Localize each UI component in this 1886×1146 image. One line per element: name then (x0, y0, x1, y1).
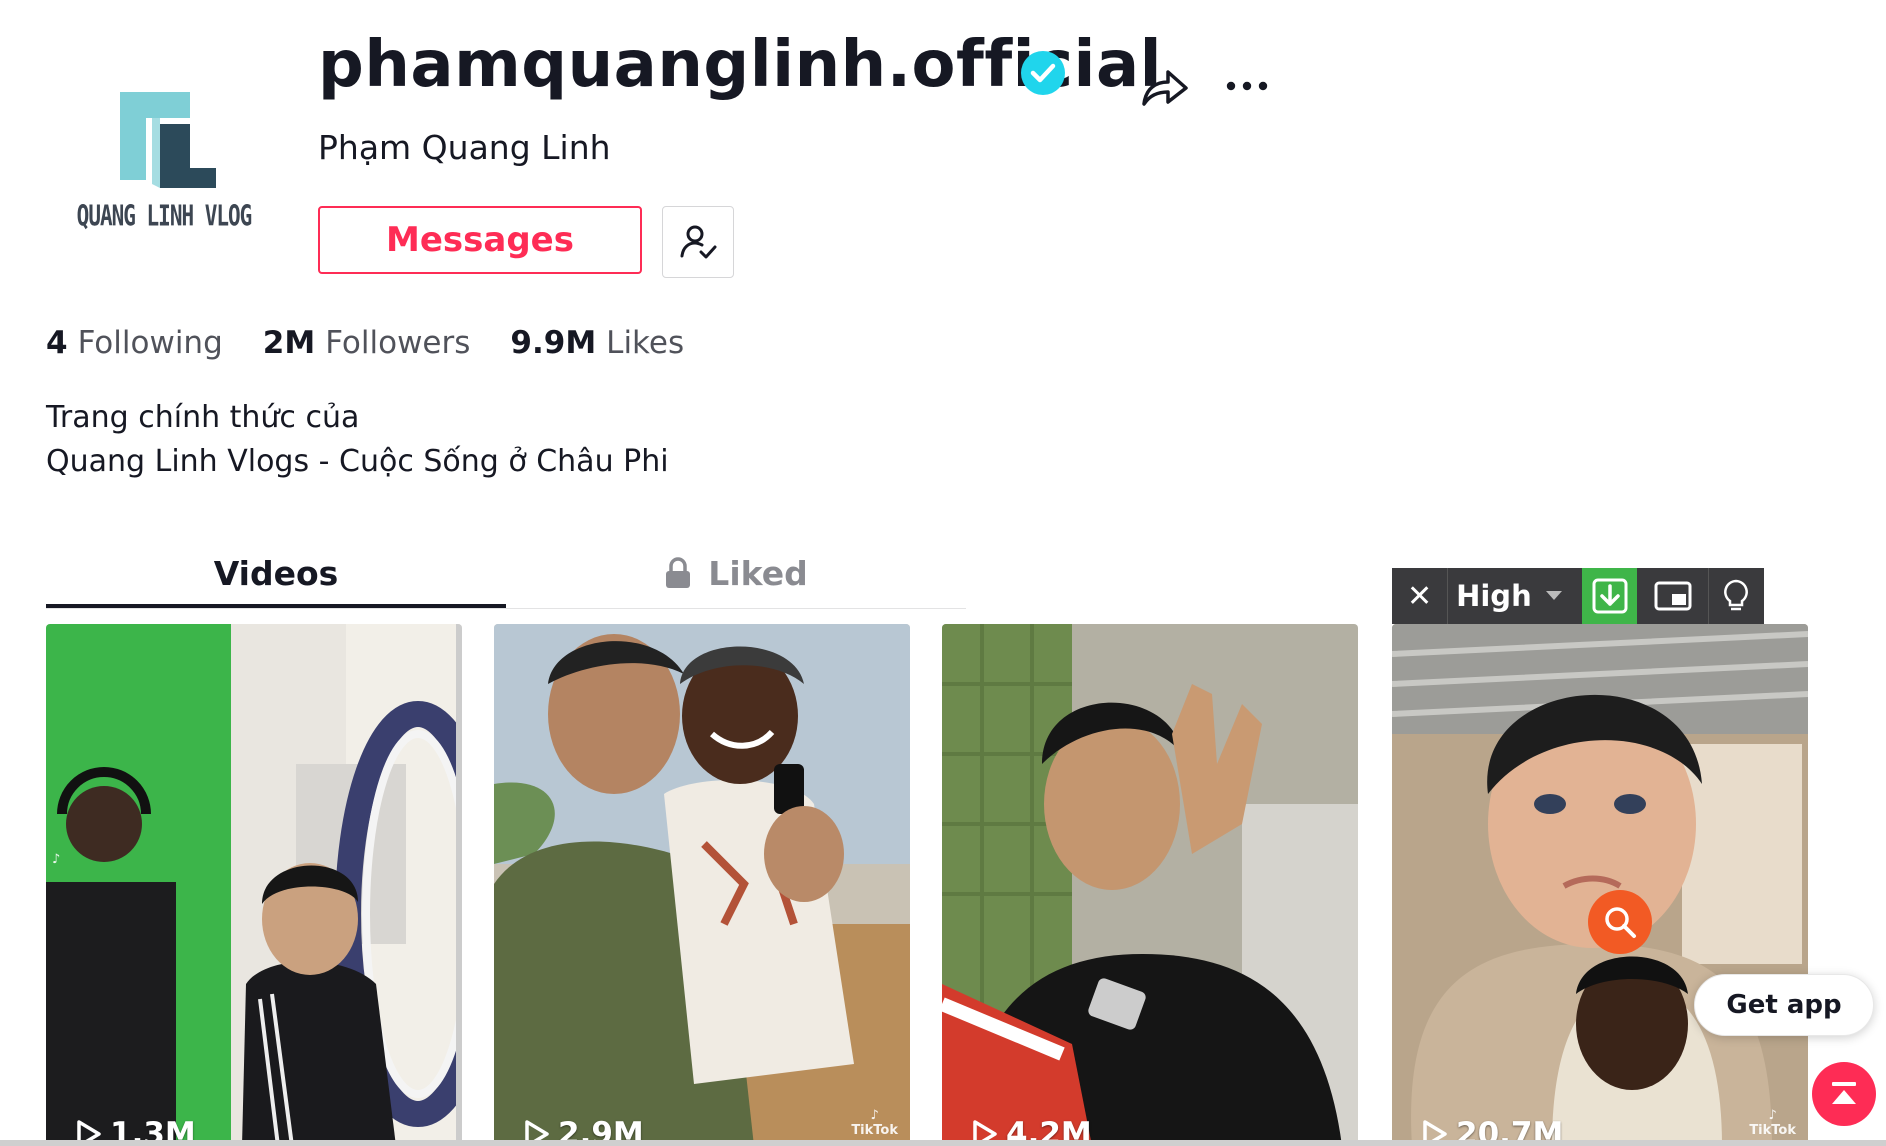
tiktok-watermark: ♪ TikTok (851, 1108, 898, 1138)
search-icon (1605, 907, 1636, 938)
followers-count: 2M (262, 325, 316, 361)
tiktok-watermark-icon: ♪ (52, 852, 61, 867)
video-card[interactable]: ♪ TikTok 20.7M (1392, 624, 1808, 1146)
chevron-down-icon (1545, 591, 1562, 600)
video-card[interactable]: 4.2M (942, 624, 1358, 1146)
video-thumbnail (942, 624, 1358, 1146)
video-thumbnail (1392, 624, 1808, 1146)
tab-videos[interactable]: Videos (46, 538, 506, 608)
tab-liked-label: Liked (708, 553, 808, 593)
followers-label: Followers (325, 325, 471, 361)
logo-text: QUANG LINH VLOG (76, 199, 253, 233)
get-app-button[interactable]: Get app (1694, 974, 1874, 1036)
quality-value: High (1456, 579, 1532, 613)
picture-in-picture-button[interactable] (1637, 568, 1709, 624)
video-thumbnail (494, 624, 910, 1146)
horizontal-scrollbar[interactable] (0, 1140, 1886, 1146)
stat-following[interactable]: 4 Following (46, 325, 223, 361)
lock-icon (666, 557, 691, 588)
profile-display-name: Phạm Quang Linh (318, 128, 611, 167)
watermark-text: TikTok (851, 1123, 898, 1138)
video-card[interactable]: ♪ 1.3M (46, 624, 462, 1146)
scroll-to-top-button[interactable] (1812, 1062, 1876, 1126)
verified-badge-icon (1021, 51, 1065, 95)
messages-button[interactable]: Messages (318, 206, 642, 274)
user-check-icon (680, 225, 717, 259)
lightbulb-icon (1724, 579, 1749, 611)
download-icon (1592, 578, 1628, 614)
likes-count: 9.9M (510, 325, 597, 361)
close-icon[interactable]: ✕ (1392, 568, 1447, 624)
bio-line-2: Quang Linh Vlogs - Cuộc Sống ở Châu Phi (46, 444, 669, 479)
following-label: Following (77, 325, 223, 361)
watermark-text: TikTok (1749, 1123, 1796, 1138)
following-status-button[interactable] (662, 206, 734, 278)
quality-select[interactable]: High (1447, 568, 1582, 624)
stat-likes: 9.9M Likes (510, 325, 684, 361)
share-icon[interactable] (1138, 62, 1190, 110)
lightbulb-button[interactable] (1709, 568, 1764, 624)
more-options-icon[interactable] (1224, 66, 1270, 106)
profile-bio: Trang chính thức của Quang Linh Vlogs - … (46, 396, 669, 484)
arrow-up-icon (1832, 1082, 1856, 1104)
tiktok-watermark: ♪ TikTok (1749, 1108, 1796, 1138)
likes-label: Likes (606, 325, 685, 361)
download-button[interactable] (1582, 568, 1638, 624)
following-count: 4 (46, 325, 68, 361)
bio-line-1: Trang chính thức của (46, 400, 360, 435)
profile-stats: 4 Following 2M Followers 9.9M Likes (46, 325, 684, 361)
stat-followers[interactable]: 2M Followers (263, 325, 471, 361)
video-thumbnail (46, 624, 462, 1146)
profile-tabs: Videos Liked (46, 538, 966, 609)
picture-in-picture-icon (1654, 581, 1691, 611)
profile-avatar: QUANG LINH VLOG (46, 46, 282, 282)
video-card[interactable]: ♪ TikTok 2.9M (494, 624, 910, 1146)
quang-linh-logo (120, 92, 216, 188)
tab-liked[interactable]: Liked (506, 538, 966, 608)
active-tab-indicator (46, 604, 506, 608)
image-search-button[interactable] (1588, 890, 1652, 954)
video-overlay-toolbar: ✕ High (1392, 568, 1764, 624)
